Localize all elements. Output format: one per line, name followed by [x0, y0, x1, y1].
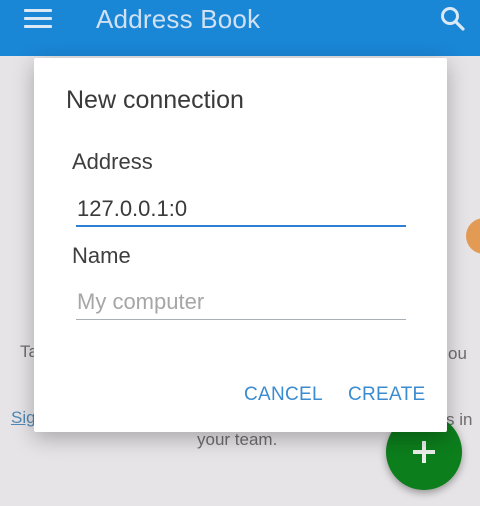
dialog-title: New connection [66, 86, 244, 114]
name-label: Name [72, 243, 131, 268]
name-input-underline [76, 319, 406, 320]
address-input-underline [76, 225, 406, 227]
cancel-button[interactable]: CANCEL [240, 382, 327, 408]
search-icon[interactable] [440, 6, 466, 32]
background-accent-circle [466, 218, 480, 254]
app-bar: Address Book [0, 0, 480, 56]
background-team-text: your team. [197, 430, 278, 449]
sign-in-link[interactable]: Sig [11, 408, 36, 428]
new-connection-dialog: New connection Address Name CANCEL CREAT… [34, 58, 447, 432]
create-button[interactable]: CREATE [344, 382, 429, 408]
app-title: Address Book [96, 4, 261, 34]
name-input[interactable] [76, 285, 407, 319]
hamburger-menu-icon[interactable] [24, 9, 52, 31]
background-text-right: ou [448, 344, 467, 363]
address-input[interactable] [76, 192, 407, 226]
address-label: Address [72, 149, 153, 174]
